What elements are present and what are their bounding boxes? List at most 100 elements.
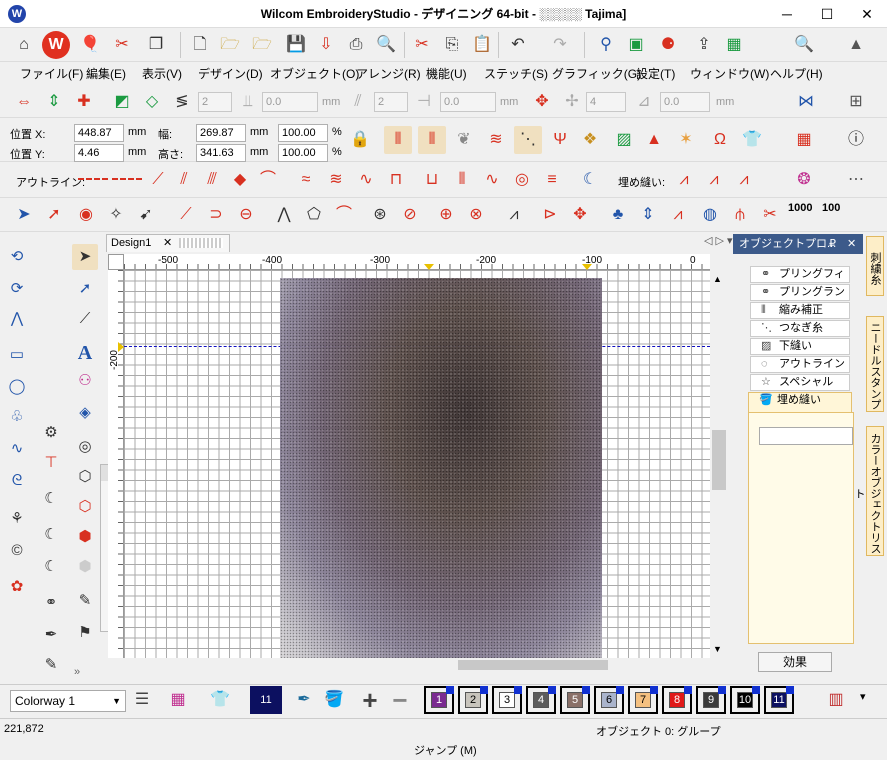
info-icon[interactable]: ⓘ [842,126,870,154]
shape-cut-icon[interactable]: ⊃ [202,201,230,229]
add-color-icon[interactable]: + [356,686,384,714]
color-objects-icon[interactable]: ⚈ [654,31,682,59]
print-icon[interactable]: ⎙ [342,31,370,59]
sequence-icon[interactable]: ⇕ [634,201,662,229]
horizontal-scrollbar[interactable] [124,658,710,672]
knife-icon[interactable]: ➹ [132,201,160,229]
side-tab-needle-stamp[interactable]: ニードルスタンプ [866,316,884,412]
shapes-tool-icon[interactable]: ♧ [4,404,30,430]
point-edit-icon[interactable]: ⋀ [270,201,298,229]
hex-red-icon[interactable]: ⬢ [72,524,98,550]
outline-back-icon[interactable]: ⟋ [144,166,172,194]
menu-graphics[interactable]: グラフィック(G) [550,62,643,86]
outline-c-icon[interactable]: ☾ [576,166,604,194]
documents-icon[interactable]: ❐ [142,31,170,59]
mirror-h-icon[interactable]: ⇔ [10,88,38,116]
outline-feather-icon[interactable]: ⌒ [254,166,282,194]
fit-icon[interactable]: ◇ [138,88,166,116]
vertical-scrollbar[interactable]: ▲ ▼ [710,270,728,658]
doc-tab-design1[interactable]: Design1 ✕ [106,234,230,252]
outline-satin-icon[interactable]: ⫻ [198,166,226,194]
spin-2[interactable]: 0.0 [262,92,318,112]
eyedropper-icon[interactable]: ✒ [290,686,318,714]
more-tools-icon[interactable]: » [74,666,80,678]
spacing-v-icon[interactable]: ⫫ [234,88,262,116]
doc-tab-close[interactable]: ✕ [163,235,172,251]
tab-shrink[interactable]: ⦀ 縮み補正 [750,302,850,319]
menu-arrange[interactable]: アレンジ(R) [354,62,423,86]
settings-more-icon[interactable]: ⋯ [842,166,870,194]
tee-icon[interactable]: ⊤ [38,450,64,476]
menu-functions[interactable]: 機能(U) [424,62,469,86]
scroll-thumb-h[interactable] [458,660,608,670]
picture-icon[interactable]: ▨ [610,126,638,154]
flag-icon[interactable]: ⚑ [72,620,98,646]
palette-swatch[interactable]: 3 [492,686,522,714]
needle-stamp-icon[interactable]: ⚘ [4,506,30,532]
array-icon[interactable]: ✥ [528,88,556,116]
open-folder-icon[interactable]: 🗁 [216,31,244,59]
home-icon[interactable]: ⌂ [10,31,38,59]
palette-swatch[interactable]: 4 [526,686,556,714]
mirror-both-icon[interactable]: ✚ [70,88,98,116]
outline-e-icon[interactable]: ≋ [322,166,350,194]
outline-blanket-icon[interactable]: ⊓ [382,166,410,194]
reshape-tool-icon[interactable]: ➚ [72,276,98,302]
fill-sparse-icon[interactable]: ⩘ [730,166,758,194]
lace-icon[interactable]: ✿ [4,574,30,600]
hoop-icon[interactable]: ⚙ [38,420,64,446]
shirt-icon[interactable]: 👕 [738,126,766,154]
select-arrow-icon[interactable]: ➤ [10,201,38,229]
outline-zigzag-icon[interactable]: ≈ [292,166,320,194]
menu-file[interactable]: ファイル(F) [18,62,85,86]
tab-special[interactable]: ☆ スペシャル [750,374,850,391]
machine-icon[interactable]: ▦ [720,31,748,59]
close-button[interactable]: ✕ [847,0,887,28]
spiral-icon[interactable]: ᘓ [4,468,30,494]
more-colors-icon[interactable]: ▾ [860,690,866,703]
grid-icon[interactable]: ⊞ [842,88,870,116]
redo-icon[interactable]: ↷ [546,31,574,59]
panel-pin-icon[interactable]: ₽ [829,234,836,254]
tab-pull-run[interactable]: ⚭プリングランニ... [750,284,850,313]
cut-icon[interactable]: ✂ [408,31,436,59]
pencil-icon[interactable]: ✎ [72,588,98,614]
center-icon[interactable]: ⊕ [432,201,460,229]
menu-object[interactable]: オブジェクト(O) [268,62,361,86]
tshirt-icon[interactable]: 👕 [206,686,234,714]
outline-triple-icon[interactable] [112,178,142,180]
digitize-open-icon[interactable]: ⟲ [4,244,30,270]
current-color-swatch[interactable]: 11 [250,686,282,714]
scale-h-field[interactable] [278,144,328,162]
arrow-point-icon[interactable]: ⊳ [536,201,564,229]
fill-zigzag-icon[interactable]: ⩘ [670,166,698,194]
palette-swatch[interactable]: 2 [458,686,488,714]
wilcom-icon[interactable]: W [42,31,70,59]
copy-icon[interactable]: ⎘ [438,31,466,59]
monogram-icon[interactable]: ⚇ [72,368,98,394]
chain-icon[interactable]: ⚭ [38,590,64,616]
ellipse-icon[interactable]: ◯ [4,374,30,400]
hex-c-icon[interactable]: ⬡ [72,494,98,520]
point-add-icon[interactable]: ⬠ [300,201,328,229]
tree-icon[interactable]: ♣ [604,201,632,229]
side-tab-color-object-list[interactable]: カラーオブジェクトリスト [853,426,884,556]
menu-settings[interactable]: 設定(T) [634,62,677,86]
select-tool-icon[interactable]: ➤ [72,244,98,270]
cut-line-icon[interactable]: ⟋ [172,201,200,229]
panel-input[interactable] [759,427,853,445]
hoop-grid-icon[interactable]: ▦ [790,126,818,154]
step-icon[interactable]: ≶ [168,88,196,116]
thread-chart-icon[interactable]: ▥ [822,686,850,714]
knife-tool-icon[interactable]: ⟋ [72,306,98,332]
balloon-icon[interactable]: 🎈 [76,31,104,59]
tab-connector[interactable]: ⋱ つなぎ糸 [750,320,850,337]
stitch-type-leaf-icon[interactable]: ❦ [450,126,478,154]
outline-coil-icon[interactable]: ◎ [508,166,536,194]
design-view-icon[interactable]: ▣ [622,31,650,59]
needle-icon[interactable]: ⚲ [592,31,620,59]
design-canvas[interactable] [124,270,710,658]
export-icon[interactable]: ⇩ [312,31,340,59]
print-preview-icon[interactable]: 🔍 [372,31,400,59]
palette-swatch[interactable]: 1 [424,686,454,714]
